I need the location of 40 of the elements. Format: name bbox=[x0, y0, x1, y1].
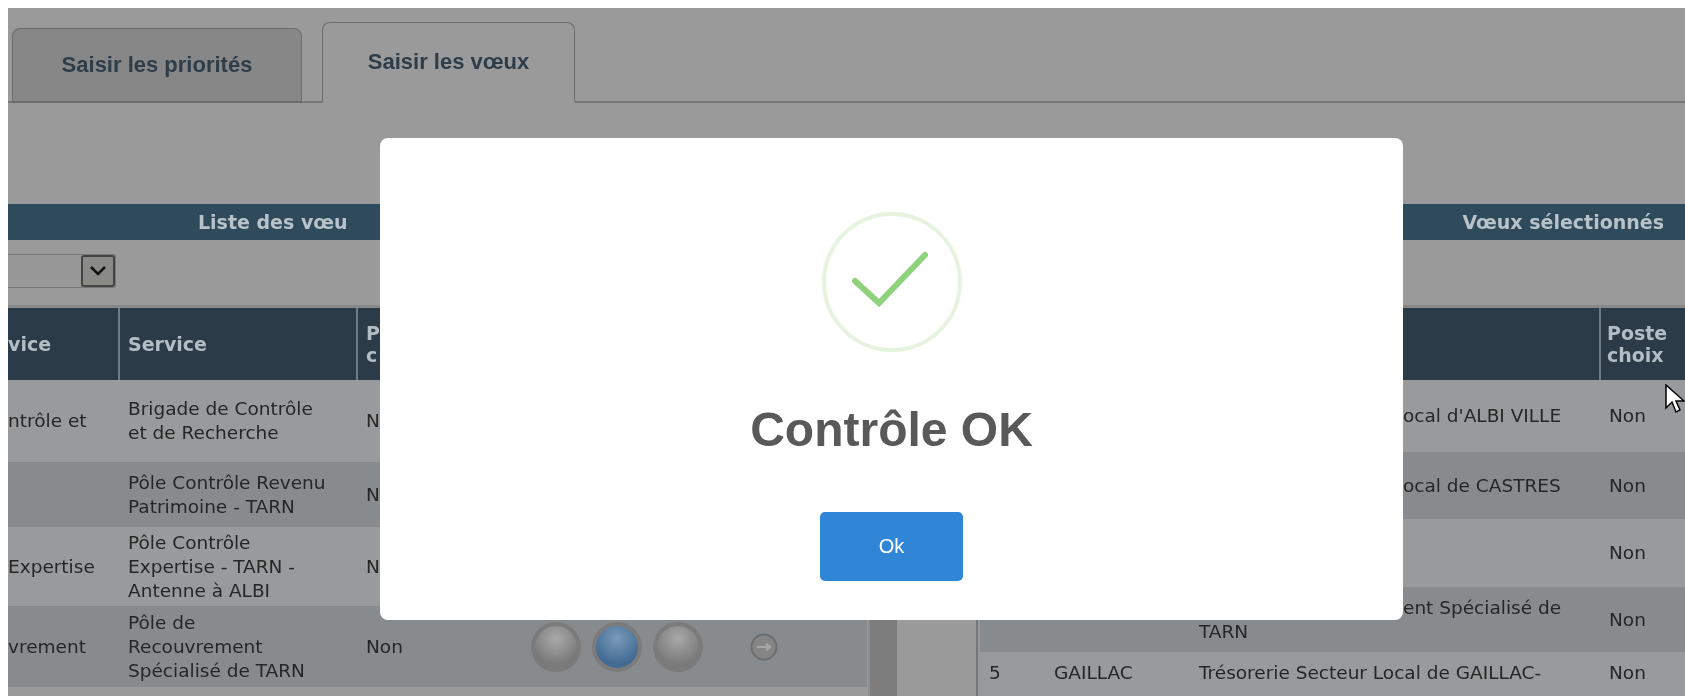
table-cell: Pôle de Recouvrement Spécialisé de TARN bbox=[128, 611, 305, 681]
ok-button[interactable]: Ok bbox=[820, 512, 963, 581]
column-header: P c bbox=[366, 322, 380, 366]
choice-radio[interactable] bbox=[531, 621, 581, 672]
choice-radio[interactable] bbox=[653, 621, 703, 672]
column-header: vice bbox=[8, 333, 52, 355]
table-cell: GAILLAC bbox=[1054, 662, 1133, 683]
table-cell: N bbox=[366, 410, 380, 431]
tab[interactable]: Saisir les vœux bbox=[322, 22, 575, 103]
table-cell-text: ent Spécialisé de TARN bbox=[1199, 595, 1563, 644]
table-cell: Non bbox=[366, 635, 403, 657]
table-cell: Non bbox=[1609, 662, 1646, 683]
success-check-icon bbox=[820, 211, 963, 353]
dialog-title: Contrôle OK bbox=[750, 402, 1033, 458]
table-cell: Pôle Contrôle Revenu Patrimoine - TARN bbox=[128, 471, 326, 517]
column-header: Poste choix bbox=[1607, 322, 1668, 366]
arrow-right-icon[interactable] bbox=[750, 632, 778, 661]
panel-title: Liste des vœu bbox=[198, 211, 348, 233]
table-cell: Pôle Contrôle Expertise - TARN - Antenne à ALBI bbox=[128, 531, 295, 601]
table-cell: Non bbox=[1609, 608, 1646, 630]
table-cell: Non bbox=[1609, 405, 1646, 426]
panel-title: Vœux sélectionnés bbox=[1462, 211, 1664, 233]
table-cell: N bbox=[366, 483, 380, 505]
table-cell: Trésorerie Secteur Local de GAILLAC- bbox=[1199, 662, 1542, 683]
table-cell: Brigade de Contrôle et de Recherche bbox=[128, 398, 313, 443]
table-cell: vrement bbox=[8, 635, 86, 657]
table-cell: N bbox=[366, 555, 380, 577]
table-cell: 5 bbox=[989, 662, 1001, 683]
table-cell: Non bbox=[1609, 542, 1646, 563]
scrollbar[interactable] bbox=[868, 620, 897, 696]
table-cell: Expertise bbox=[8, 555, 95, 577]
choice-radio[interactable] bbox=[592, 621, 642, 672]
mouse-cursor-icon bbox=[1665, 384, 1685, 414]
table-cell: Non bbox=[1609, 474, 1646, 496]
filter-dropdown[interactable] bbox=[8, 254, 116, 288]
column-header: Service bbox=[128, 333, 207, 355]
tab[interactable]: Saisir les priorités bbox=[12, 28, 302, 103]
table-cell: ntrôle et bbox=[8, 410, 87, 431]
table-cell-text: ocal d'ALBI VILLE bbox=[1402, 404, 1563, 428]
table-cell-text: ocal de CASTRES bbox=[1402, 473, 1562, 498]
